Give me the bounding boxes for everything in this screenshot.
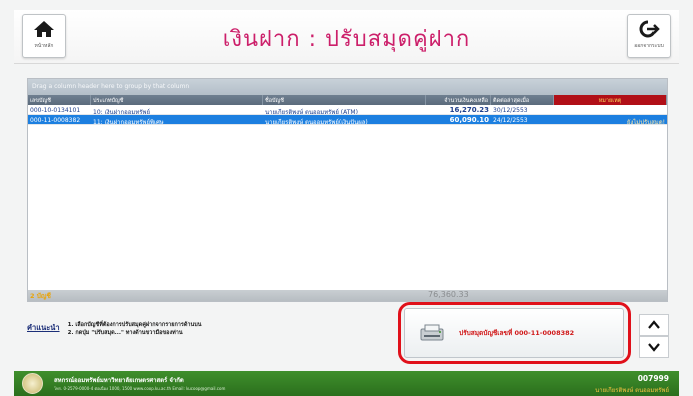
column-header-balance[interactable]: จำนวนเงินคงเหลือ bbox=[426, 95, 491, 105]
instruction-step-2: 2. กดปุ่ม "ปรับสมุด..." ทางด้านขวามือของ… bbox=[67, 330, 183, 336]
logout-button-label: ออกจากระบบ bbox=[634, 43, 664, 49]
footer-spacer-type bbox=[91, 290, 263, 301]
passbook-printer-icon bbox=[420, 324, 444, 341]
organization-contact: โทร. 0-2579-0000-4 ต่อเนื่อง 1000, 1500 … bbox=[54, 386, 226, 391]
cell-balance: 60,090.10 bbox=[449, 116, 489, 124]
cell-note bbox=[554, 105, 667, 114]
cell-balance: 16,270.23 bbox=[449, 106, 489, 114]
cell-note: ยังไม่ปรับสมุด! bbox=[626, 119, 665, 124]
member-code: 007999 bbox=[637, 374, 669, 383]
accounts-grid: Drag a column header here to group by th… bbox=[27, 78, 668, 302]
footer-total-balance: 76,360.33 bbox=[428, 290, 469, 299]
chevron-up-icon bbox=[648, 320, 660, 329]
cell-last-contact: 30/12/2553 bbox=[493, 107, 528, 114]
cell-account-name: นายเกียรติพงษ์ ตนออมทรัพย์(เงินปันผล) bbox=[265, 119, 368, 124]
update-passbook-button[interactable]: ปรับสมุดบัญชีเลขที่ 000-11-0008382 bbox=[404, 308, 624, 358]
cell-account-name: นายเกียรติพงษ์ ตนออมทรัพย์ (ATM) bbox=[265, 109, 358, 114]
cell-account-no: 000-11-0008382 bbox=[30, 117, 81, 124]
grid-header: เลขบัญชี ประเภทบัญชี ชื่อบัญชี จำนวนเงิน… bbox=[28, 95, 667, 105]
scroll-down-button[interactable] bbox=[639, 336, 669, 358]
footer-account-count: 2 บัญชี bbox=[30, 292, 51, 300]
logout-button[interactable]: ออกจากระบบ bbox=[627, 14, 671, 58]
member-name: นายเกียรติพงษ์ ตนออมทรัพย์ bbox=[595, 387, 669, 394]
column-header-account-name[interactable]: ชื่อบัญชี bbox=[263, 95, 426, 105]
column-header-last-contact[interactable]: ติดต่อล่าสุดเมื่อ bbox=[491, 95, 554, 105]
instruction-step-1: 1. เลือกบัญชีที่ต้องการปรับสมุดคู่ฝากจาก… bbox=[67, 322, 202, 328]
instructions-lines: 1. เลือกบัญชีที่ต้องการปรับสมุดคู่ฝากจาก… bbox=[68, 321, 202, 337]
scroll-up-button[interactable] bbox=[639, 314, 669, 336]
app-window: หน้าหลัก เงินฝาก : ปรับสมุดคู่ฝาก ออกจาก… bbox=[0, 0, 693, 396]
footer-spacer-name bbox=[263, 290, 426, 301]
table-row[interactable]: 000-10-0134101 10: เงินฝากออมทรัพย์ นายเ… bbox=[28, 105, 667, 115]
chevron-down-icon bbox=[648, 343, 660, 352]
page-title: เงินฝาก : ปรับสมุดคู่ฝาก bbox=[222, 27, 471, 52]
organization-name: สหกรณ์ออมทรัพย์มหาวิทยาลัยเกษตรศาสตร์ จำ… bbox=[54, 377, 184, 384]
column-header-account-type[interactable]: ประเภทบัญชี bbox=[91, 95, 263, 105]
update-passbook-label: ปรับสมุดบัญชีเลขที่ 000-11-0008382 bbox=[459, 329, 575, 337]
cell-last-contact: 24/12/2553 bbox=[493, 117, 528, 124]
cell-account-type: 11: เงินฝากออมทรัพย์พิเศษ bbox=[93, 119, 164, 124]
cell-account-type: 10: เงินฝากออมทรัพย์ bbox=[93, 109, 150, 114]
group-by-panel[interactable]: Drag a column header here to group by th… bbox=[28, 79, 667, 95]
column-header-account-no[interactable]: เลขบัญชี bbox=[28, 95, 91, 105]
header: หน้าหลัก เงินฝาก : ปรับสมุดคู่ฝาก ออกจาก… bbox=[14, 10, 679, 64]
coop-logo-icon bbox=[22, 373, 43, 394]
logout-icon bbox=[639, 20, 660, 38]
cell-account-no: 000-10-0134101 bbox=[30, 107, 81, 114]
instructions: คำแนะนำ 1. เลือกบัญชีที่ต้องการปรับสมุดค… bbox=[27, 321, 202, 337]
column-header-note[interactable]: หมายเหตุ bbox=[554, 95, 667, 105]
instructions-title: คำแนะนำ bbox=[27, 323, 60, 332]
grid-footer: 2 บัญชี 76,360.33 bbox=[28, 290, 667, 301]
status-bar: สหกรณ์ออมทรัพย์มหาวิทยาลัยเกษตรศาสตร์ จำ… bbox=[14, 371, 679, 396]
table-row-selected[interactable]: 000-11-0008382 11: เงินฝากออมทรัพย์พิเศษ… bbox=[28, 115, 667, 125]
